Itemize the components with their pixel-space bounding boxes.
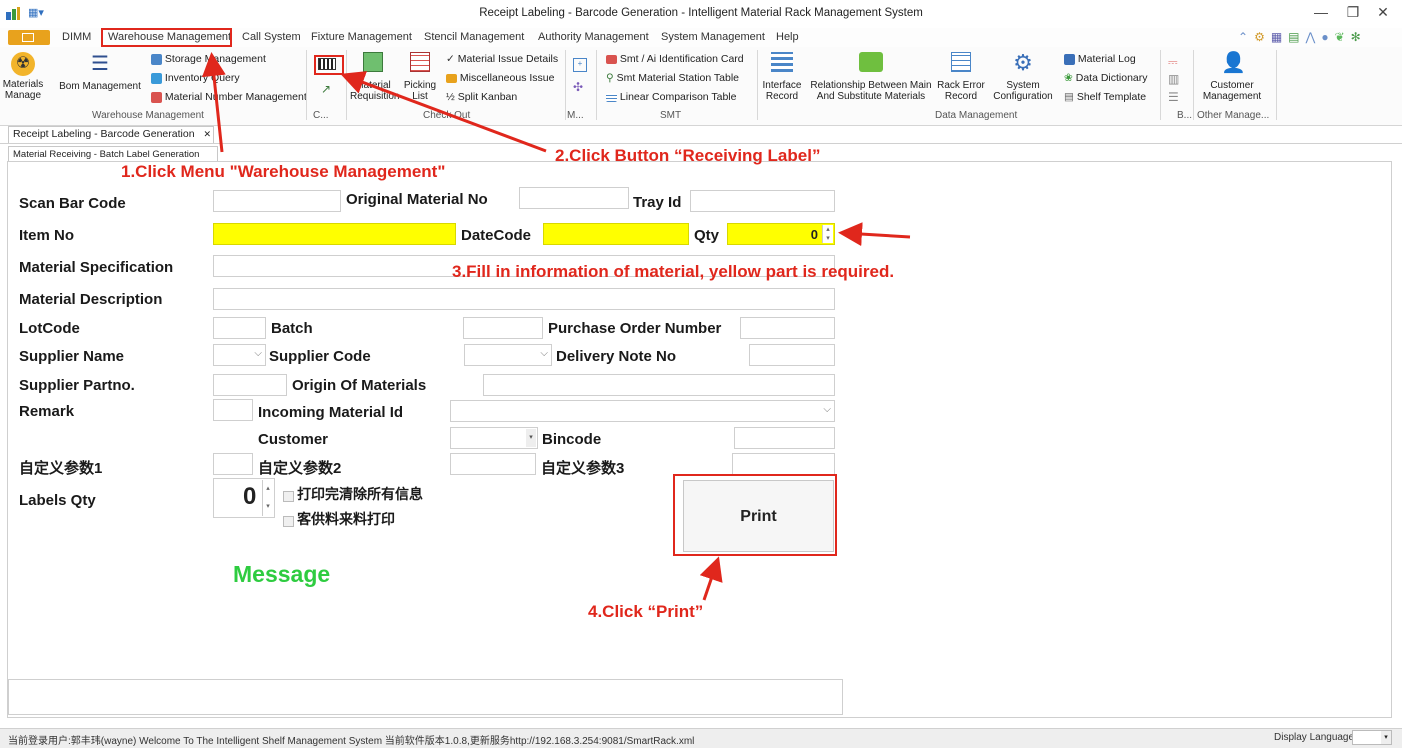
annotation-step3: 3.Fill in information of material, yello… <box>452 262 895 281</box>
annotation-arrows <box>201 52 911 601</box>
status-bar: 当前登录用户:郭丰玮(wayne) Welcome To The Intelli… <box>0 728 1402 748</box>
annotation-step1: 1.Click Menu "Warehouse Management" <box>121 162 446 181</box>
arrow-step4 <box>699 556 723 601</box>
display-language-select[interactable]: ▾ <box>1352 730 1392 745</box>
annotation-step4: 4.Click “Print” <box>588 602 704 621</box>
arrow-step1 <box>201 52 226 153</box>
arrow-step2 <box>340 71 547 153</box>
status-text: 当前登录用户:郭丰玮(wayne) Welcome To The Intelli… <box>8 736 695 747</box>
display-language-label: Display Language <box>1274 732 1355 743</box>
annotation-step2: 2.Click Button “Receiving Label” <box>555 146 821 165</box>
dropdown-arrow-icon: ▾ <box>1381 731 1391 744</box>
arrow-step3 <box>838 222 911 247</box>
